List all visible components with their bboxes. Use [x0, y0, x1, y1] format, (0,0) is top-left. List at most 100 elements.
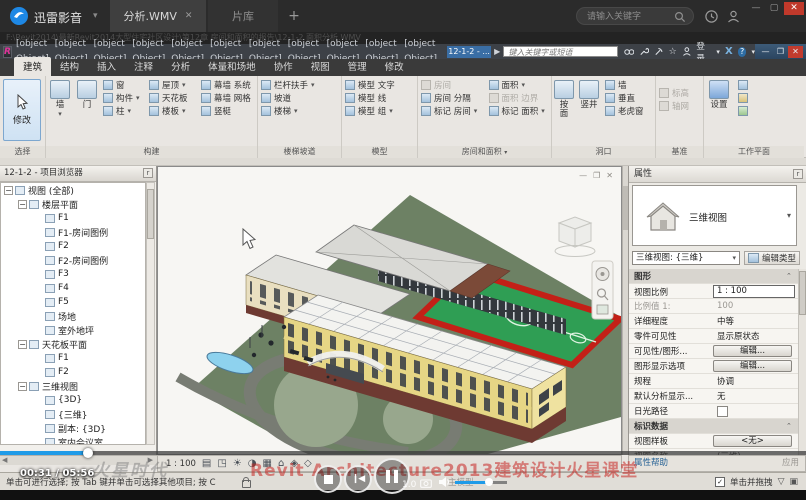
browser-tree-item[interactable]: F1-房间图例: [1, 225, 145, 239]
browser-tree-item[interactable]: 三维视图: [1, 379, 145, 393]
browser-tree-item[interactable]: F2: [1, 365, 145, 379]
tree-expander-icon[interactable]: [34, 270, 43, 279]
ribbon-tab[interactable]: 分析: [162, 57, 199, 76]
doc-switch-arrow-icon[interactable]: ▶: [494, 47, 500, 56]
ribbon-small-button[interactable]: 坡道 ▾: [258, 91, 341, 104]
panel-label-build[interactable]: 构建: [46, 146, 257, 158]
property-row[interactable]: 图形显示选项 编辑...: [629, 359, 798, 374]
property-value[interactable]: [717, 406, 728, 417]
browser-horizontal-scrollbar[interactable]: ◀ ▶: [0, 455, 157, 465]
browser-close-icon[interactable]: r: [143, 168, 153, 178]
help-icon[interactable]: ?: [738, 47, 747, 57]
scroll-right-icon[interactable]: ▶: [148, 456, 153, 465]
ribbon-small-button[interactable]: 标记 房间 ▾: [418, 104, 486, 117]
browser-tree-item[interactable]: 天花板平面: [1, 337, 145, 351]
history-clock-icon[interactable]: [704, 9, 719, 24]
dropdown-caret-icon[interactable]: ▾: [182, 107, 186, 115]
navigation-bar[interactable]: [592, 261, 613, 319]
tree-expander-icon[interactable]: [34, 298, 43, 307]
rendering-icon[interactable]: ▦: [263, 456, 272, 471]
ribbon-small-button[interactable]: 楼板 ▾: [146, 104, 198, 117]
volume-slider[interactable]: [455, 481, 507, 484]
browser-tree-item[interactable]: F2: [1, 239, 145, 253]
browser-vertical-scrollbar[interactable]: [146, 182, 155, 445]
panel-label-circulation[interactable]: 楼梯坡道: [258, 146, 341, 158]
ribbon-small-button[interactable]: 垂直 ▾: [602, 91, 654, 104]
viewcube[interactable]: [555, 217, 595, 257]
tree-expander-icon[interactable]: [18, 200, 27, 209]
property-row[interactable]: 规程 协调: [629, 374, 798, 389]
dropdown-caret-icon[interactable]: ▾: [136, 94, 140, 102]
tree-expander-icon[interactable]: [34, 438, 43, 446]
tree-expander-icon[interactable]: [34, 326, 43, 335]
user-account-icon[interactable]: [726, 9, 741, 24]
property-row[interactable]: 视图比例 1 : 100: [629, 284, 798, 299]
crop-view-icon[interactable]: ⌂: [278, 456, 284, 471]
wall-button[interactable]: 墙 ▾: [46, 78, 74, 119]
revit-restore-button[interactable]: ❐: [773, 46, 788, 58]
drag-checkbox[interactable]: ✓: [715, 477, 725, 487]
scrollbar-thumb[interactable]: [799, 271, 806, 315]
favorites-star-icon[interactable]: ☆: [669, 47, 677, 57]
property-value[interactable]: 1 : 100: [713, 285, 795, 298]
type-caret-icon[interactable]: ▾: [787, 211, 791, 220]
detail-level-icon[interactable]: ▤: [202, 456, 211, 471]
dropdown-caret-icon[interactable]: ▾: [311, 81, 315, 89]
workplane-viewer-icon[interactable]: [738, 93, 748, 103]
tree-expander-icon[interactable]: [34, 256, 43, 265]
browser-tree-item[interactable]: F3: [1, 267, 145, 281]
ribbon-small-button[interactable]: 天花板 ▾: [146, 91, 198, 104]
tree-expander-icon[interactable]: [34, 424, 43, 433]
previous-button[interactable]: ❙◀: [344, 465, 372, 493]
panel-label-select[interactable]: 选择: [0, 146, 45, 158]
tree-expander-icon[interactable]: [34, 284, 43, 293]
browser-tree-item[interactable]: 楼层平面: [1, 197, 145, 211]
tree-expander-icon[interactable]: [18, 340, 27, 349]
properties-help-link[interactable]: 属性帮助: [634, 456, 668, 471]
player-close-button[interactable]: ✕: [784, 2, 804, 15]
property-value[interactable]: 显示原状态: [713, 330, 798, 342]
door-button[interactable]: 门: [74, 78, 100, 110]
properties-close-icon[interactable]: r: [793, 169, 803, 179]
ribbon-small-button[interactable]: 竖梃 ▾: [198, 104, 256, 117]
ribbon-small-button[interactable]: 面积 ▾: [486, 78, 552, 91]
apply-button[interactable]: 应用: [782, 456, 799, 471]
dropdown-caret-icon[interactable]: ▾: [128, 107, 132, 115]
sign-in-person-icon[interactable]: [682, 46, 692, 57]
visual-style-icon[interactable]: ◳: [217, 456, 226, 471]
tree-expander-icon[interactable]: [34, 312, 43, 321]
dropdown-caret-icon[interactable]: ▾: [522, 81, 526, 89]
property-row[interactable]: 比例值 1: 100: [629, 299, 798, 314]
ribbon-tab[interactable]: 视图: [302, 57, 339, 76]
view-restore-icon[interactable]: ❐: [593, 171, 600, 180]
ribbon-small-button[interactable]: 房间 分隔 ▾: [418, 91, 486, 104]
scroll-left-icon[interactable]: ◀: [2, 456, 7, 465]
player-maximize-button[interactable]: ▢: [766, 2, 782, 15]
scrollbar-thumb[interactable]: [147, 189, 154, 239]
revit-app-menu-icon[interactable]: R: [3, 46, 12, 58]
browser-tree-item[interactable]: F2-房间图例: [1, 253, 145, 267]
tree-expander-icon[interactable]: [34, 396, 43, 405]
ribbon-small-button[interactable]: 屋顶 ▾: [146, 78, 198, 91]
show-workplane-icon[interactable]: [738, 80, 748, 90]
scale-button[interactable]: 1 : 100: [166, 459, 196, 469]
ribbon-small-button[interactable]: 模型 文字 ▾: [342, 78, 417, 91]
tree-expander-icon[interactable]: [4, 186, 13, 195]
property-row[interactable]: 零件可见性 显示原状态: [629, 329, 798, 344]
shaft-button[interactable]: 竖井: [576, 78, 602, 110]
panel-label-opening[interactable]: 洞口: [552, 146, 655, 158]
ribbon-tab[interactable]: 建筑: [14, 57, 51, 76]
stop-button[interactable]: [314, 465, 342, 493]
property-value[interactable]: 协调: [713, 375, 798, 387]
ribbon-small-button[interactable]: 楼梯 ▾: [258, 104, 341, 117]
crop-region-icon[interactable]: ◈: [290, 456, 298, 471]
property-value[interactable]: <无>: [713, 435, 792, 447]
type-selector-dropdown[interactable]: 三维视图: {三维}▾: [632, 251, 740, 265]
property-value[interactable]: 中等: [713, 315, 798, 327]
view-close-icon[interactable]: ✕: [606, 171, 613, 180]
ribbon-small-button[interactable]: 柱 ▾: [100, 104, 146, 117]
selection-count-icon[interactable]: ▣: [789, 477, 798, 487]
seek-bar[interactable]: [0, 451, 806, 455]
ribbon-small-button[interactable]: 墙 ▾: [602, 78, 654, 91]
ribbon-small-button[interactable]: 老虎窗 ▾: [602, 104, 654, 117]
